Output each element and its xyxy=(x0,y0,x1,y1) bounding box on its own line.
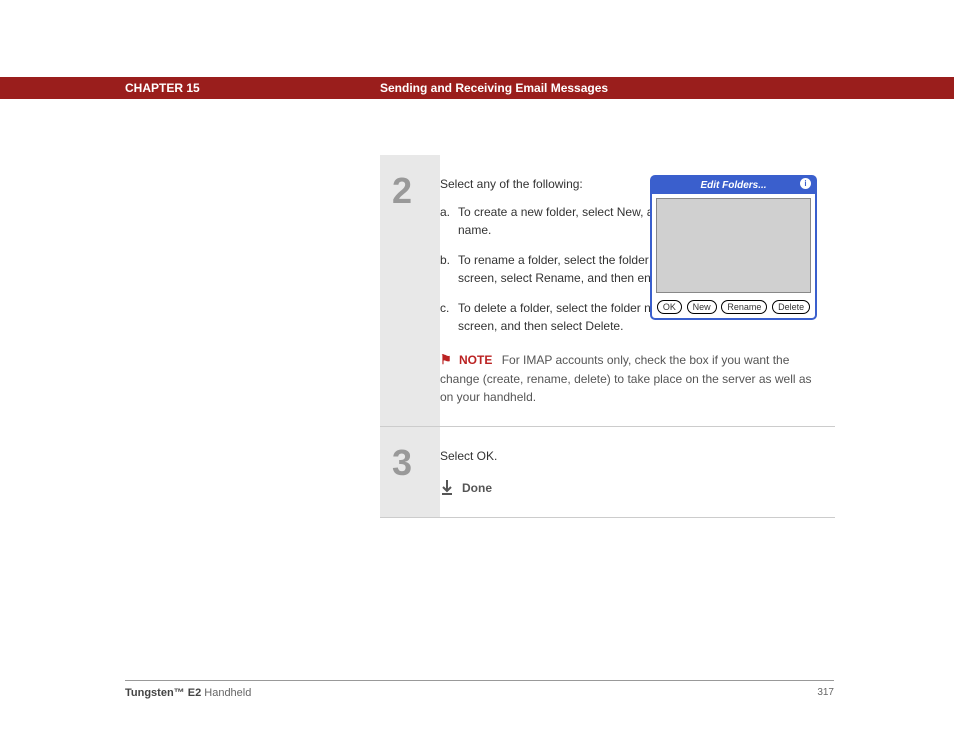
dialog-title-bar: Edit Folders... i xyxy=(652,177,815,194)
edit-folders-dialog: Edit Folders... i OK New Rename Delete xyxy=(650,175,817,320)
note-block: ⚑ NOTE For IMAP accounts only, check the… xyxy=(440,350,817,406)
rename-button[interactable]: Rename xyxy=(721,300,767,314)
step-text: Select OK. xyxy=(440,447,817,465)
chapter-header-bar: CHAPTER 15 Sending and Receiving Email M… xyxy=(0,77,954,99)
step-number: 3 xyxy=(392,442,440,484)
step-3: 3 Select OK. Done xyxy=(380,427,835,518)
step-body: Select any of the following: a. To creat… xyxy=(440,155,835,426)
step-body: Select OK. Done xyxy=(440,427,835,517)
list-letter: c. xyxy=(440,299,458,335)
product-name: Tungsten™ E2 Handheld xyxy=(125,687,251,699)
chapter-label: CHAPTER 15 xyxy=(125,81,380,95)
dialog-title: Edit Folders... xyxy=(700,180,766,191)
ok-button[interactable]: OK xyxy=(657,300,682,314)
delete-button[interactable]: Delete xyxy=(772,300,810,314)
done-indicator: Done xyxy=(440,479,817,497)
page-footer: Tungsten™ E2 Handheld 317 xyxy=(125,680,834,699)
instruction-steps: 2 Select any of the following: a. To cre… xyxy=(380,155,835,518)
page-number: 317 xyxy=(817,687,834,699)
dialog-button-row: OK New Rename Delete xyxy=(652,297,815,318)
new-button[interactable]: New xyxy=(687,300,717,314)
list-letter: b. xyxy=(440,251,458,287)
info-icon[interactable]: i xyxy=(800,178,811,189)
step-number-column: 3 xyxy=(380,427,440,517)
list-letter: a. xyxy=(440,203,458,239)
step-number-column: 2 xyxy=(380,155,440,426)
note-label: NOTE xyxy=(459,353,492,367)
done-label: Done xyxy=(462,479,492,497)
step-number: 2 xyxy=(392,170,440,212)
note-text: For IMAP accounts only, check the box if… xyxy=(440,353,812,404)
note-flag-icon: ⚑ xyxy=(440,352,452,367)
done-arrow-icon xyxy=(440,480,456,496)
folder-list-area[interactable] xyxy=(656,198,811,293)
step-2: 2 Select any of the following: a. To cre… xyxy=(380,155,835,427)
chapter-title: Sending and Receiving Email Messages xyxy=(380,81,954,95)
